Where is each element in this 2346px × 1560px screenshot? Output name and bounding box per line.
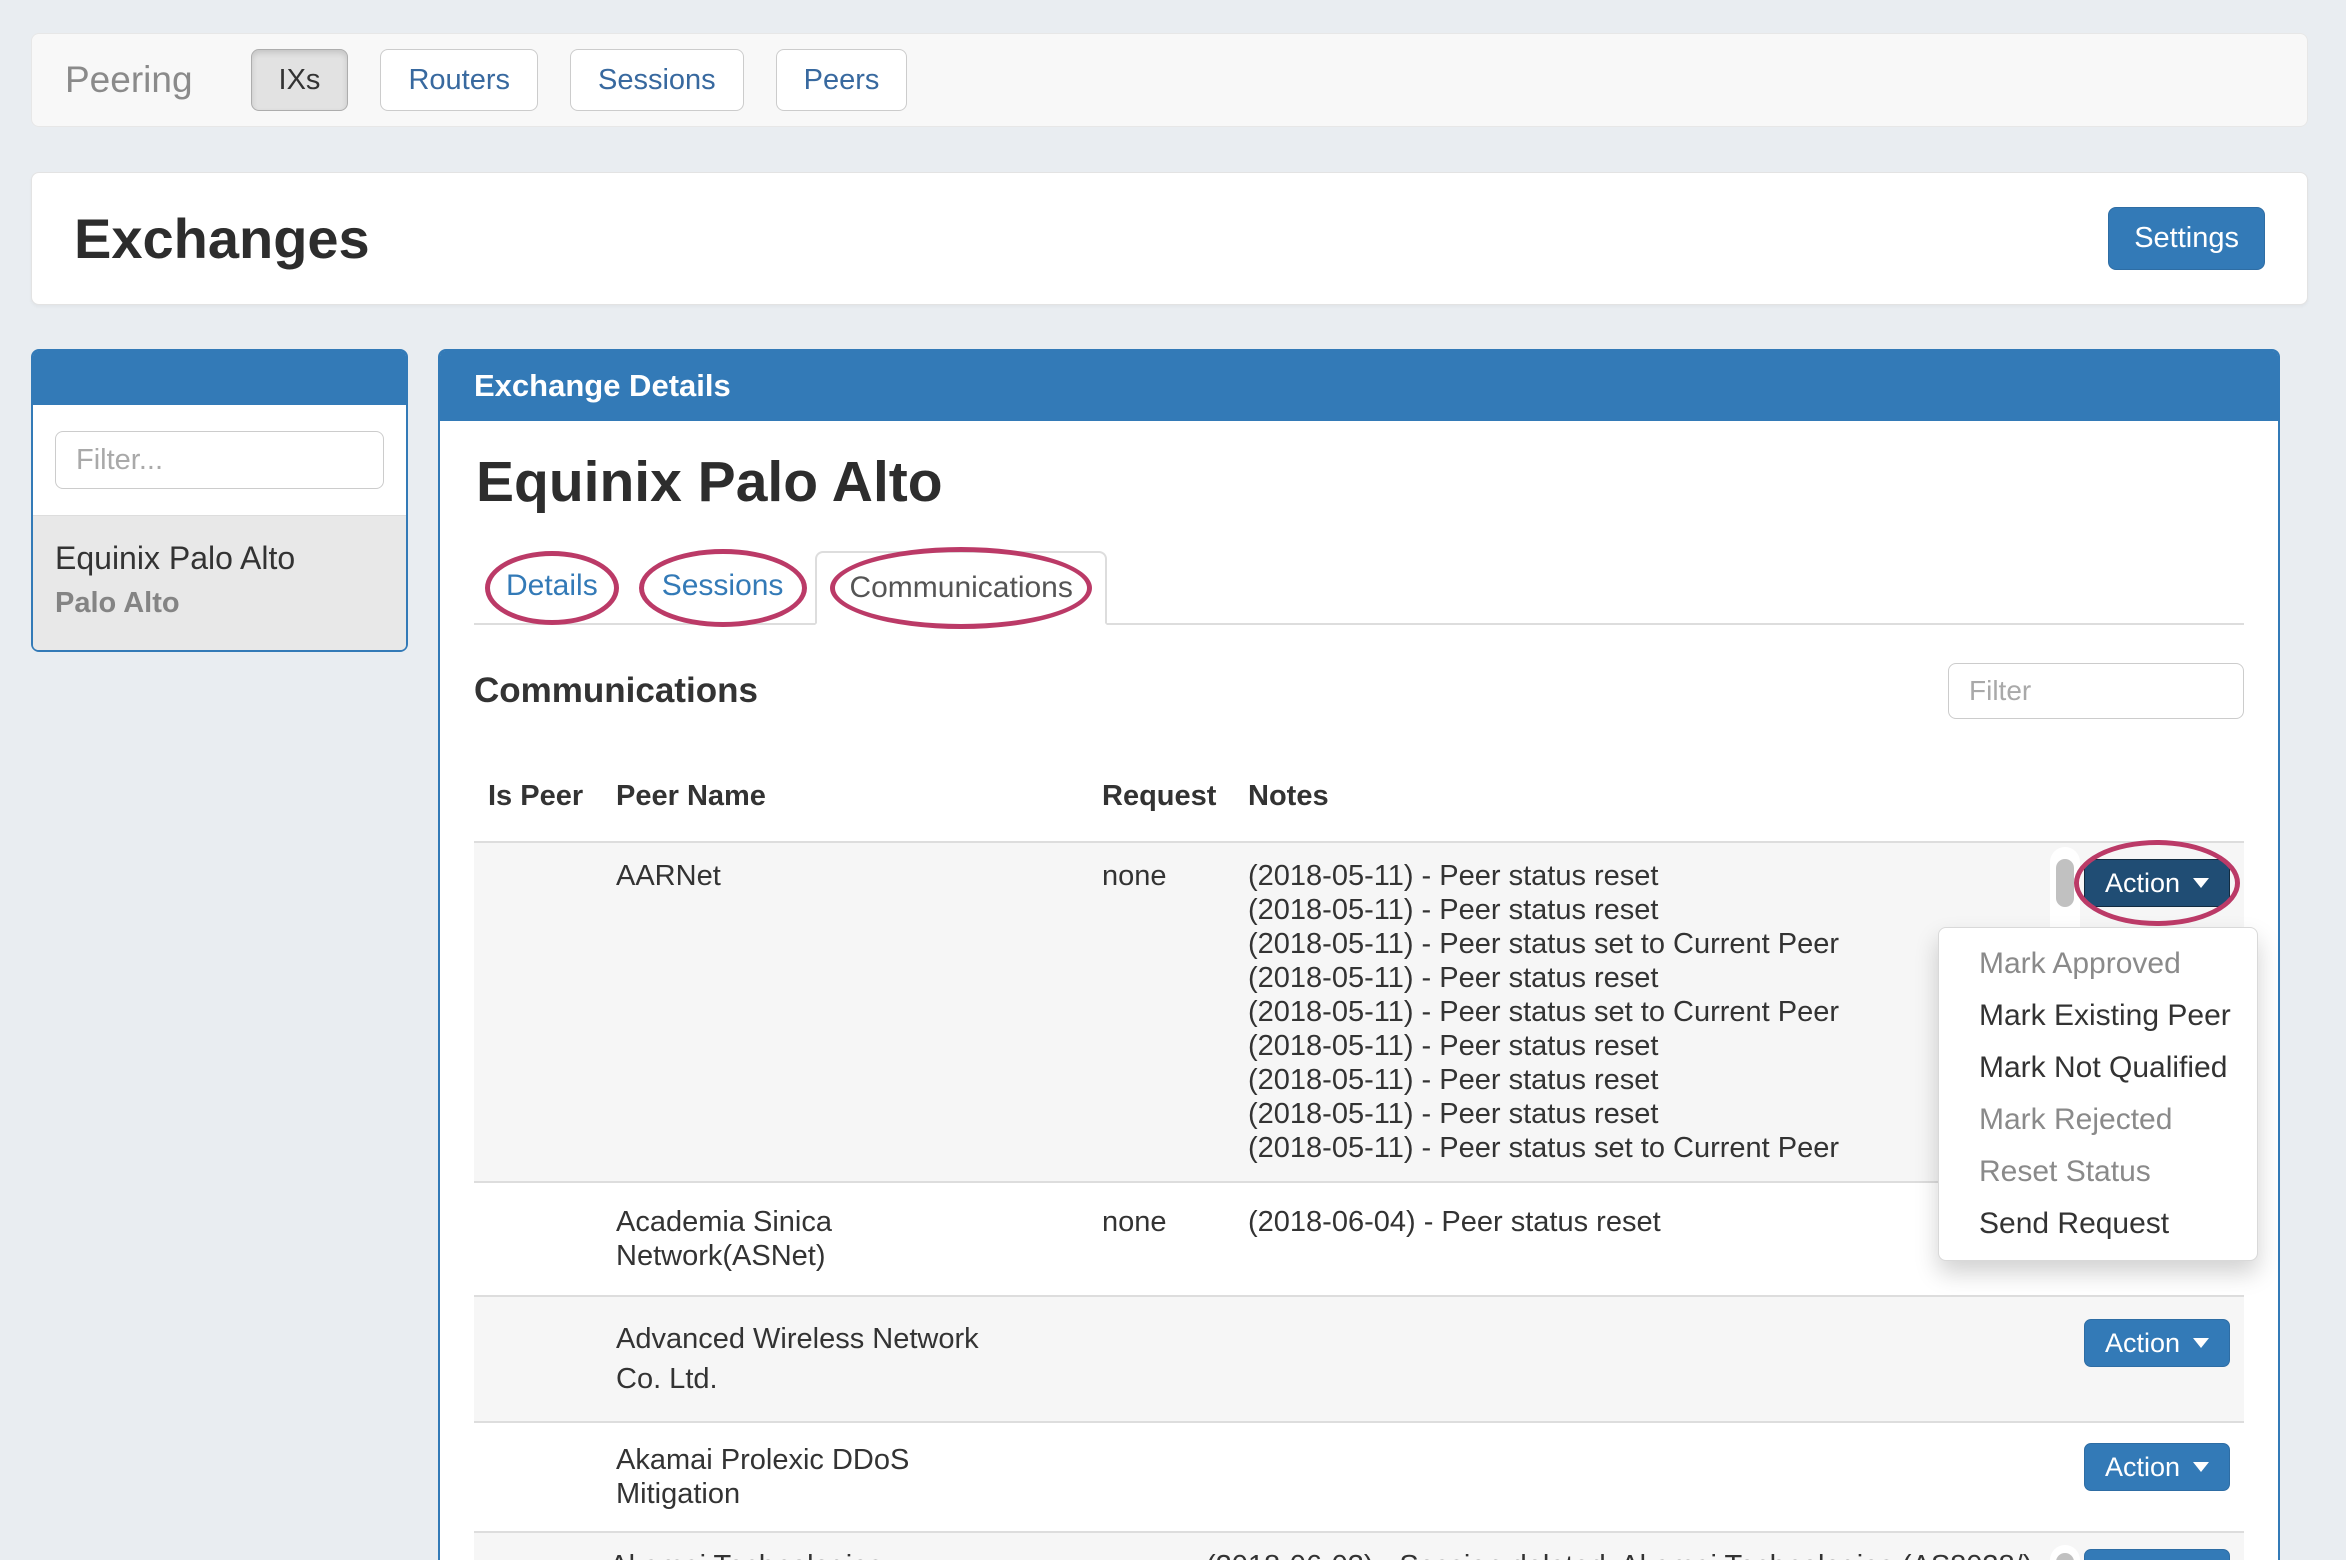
exchange-details-panel: Exchange Details Equinix Palo Alto Detai…	[438, 349, 2280, 1560]
peer-name-cell: Akamai Technologies	[595, 1549, 1053, 1560]
exchange-tabs: Details Sessions Communications	[474, 551, 2244, 625]
exchange-title: Equinix Palo Alto	[476, 449, 2244, 515]
brand-peering: Peering	[65, 59, 193, 101]
notes-cell: (2018-05-11) - Peer status reset (2018-0…	[1234, 859, 2048, 1165]
menu-item-mark-approved[interactable]: Mark Approved	[1939, 938, 2257, 990]
settings-button[interactable]: Settings	[2108, 207, 2265, 270]
is-peer-cell	[474, 1443, 602, 1511]
nav-button-ixs[interactable]: IXs	[251, 49, 349, 111]
is-peer-cell	[474, 859, 602, 1165]
page-title: Exchanges	[74, 206, 370, 271]
menu-item-mark-not-qualified[interactable]: Mark Not Qualified	[1939, 1042, 2257, 1094]
column-header-peer-name: Peer Name	[602, 779, 1088, 813]
communications-section-title: Communications	[474, 671, 758, 711]
column-header-notes: Notes	[1234, 779, 2048, 813]
exchange-list-header	[33, 351, 406, 405]
exchange-list-item-equinix-palo-alto[interactable]: Equinix Palo Alto Palo Alto	[33, 515, 406, 650]
notes-cell: (2018-06-03) - Session deleted: Akamai T…	[1192, 1549, 2050, 1560]
exchange-item-subtitle: Palo Alto	[55, 587, 384, 620]
action-button[interactable]: Action	[2084, 1319, 2230, 1367]
action-button[interactable]: Action	[2084, 1443, 2230, 1491]
caret-down-icon	[2193, 1338, 2209, 1348]
notes-scrollbar-thumb[interactable]	[2056, 859, 2074, 907]
menu-item-reset-status[interactable]: Reset Status	[1939, 1146, 2257, 1198]
peering-app: Peering IXs Routers Sessions Peers Excha…	[0, 0, 2346, 1560]
request-cell: none	[1088, 1205, 1234, 1273]
action-button[interactable]: Action	[2084, 859, 2230, 907]
notes-cell: (2018-06-04) - Peer status reset	[1234, 1205, 2048, 1273]
exchange-filter-input[interactable]	[55, 431, 384, 489]
table-row: Akamai Technologies (2018-06-03) - Sessi…	[474, 1533, 2244, 1560]
exchange-list-panel: Equinix Palo Alto Palo Alto	[31, 349, 408, 652]
notes-cell	[1234, 1319, 2048, 1399]
action-dropdown-menu: Mark Approved Mark Existing Peer Mark No…	[1938, 927, 2258, 1261]
caret-down-icon	[2193, 1462, 2209, 1472]
top-navbar: Peering IXs Routers Sessions Peers	[31, 33, 2308, 127]
menu-item-mark-existing-peer[interactable]: Mark Existing Peer	[1939, 990, 2257, 1042]
notes-scrollbar-track	[2050, 1545, 2080, 1560]
page-header: Exchanges Settings	[31, 172, 2308, 305]
column-header-request: Request	[1088, 779, 1234, 813]
exchange-details-body: Equinix Palo Alto Details Sessions Commu…	[440, 449, 2278, 1560]
communications-section-head: Communications	[474, 663, 2244, 719]
request-cell	[1054, 1549, 1192, 1560]
peer-name-cell: Akamai Prolexic DDoS Mitigation	[602, 1443, 1088, 1511]
action-button-label: Action	[2105, 868, 2180, 899]
menu-item-send-request[interactable]: Send Request	[1939, 1198, 2257, 1250]
nav-button-peers[interactable]: Peers	[776, 49, 908, 111]
notes-cell	[1234, 1443, 2048, 1511]
tab-details[interactable]: Details	[474, 551, 630, 625]
notes-scrollbar-thumb[interactable]	[2056, 1553, 2074, 1560]
action-button[interactable]: Action	[2084, 1549, 2230, 1560]
tab-sessions[interactable]: Sessions	[630, 551, 816, 625]
tab-sessions-label: Sessions	[662, 569, 784, 602]
request-cell	[1088, 1319, 1234, 1399]
is-peer-cell	[474, 1205, 602, 1273]
peer-name-cell: AARNet	[602, 859, 1088, 1165]
column-header-is-peer: Is Peer	[474, 779, 602, 813]
tab-communications[interactable]: Communications	[815, 551, 1106, 625]
table-row: AARNet none (2018-05-11) - Peer status r…	[474, 843, 2244, 1183]
peer-name-cell: Academia Sinica Network(ASNet)	[602, 1205, 1088, 1273]
table-row: Advanced Wireless Network Co. Ltd. Actio…	[474, 1297, 2244, 1423]
menu-item-mark-rejected[interactable]: Mark Rejected	[1939, 1094, 2257, 1146]
exchange-details-header: Exchange Details	[440, 351, 2278, 421]
communications-filter-input[interactable]	[1948, 663, 2244, 719]
is-peer-cell	[474, 1319, 602, 1399]
nav-button-routers[interactable]: Routers	[380, 49, 538, 111]
nav-button-sessions[interactable]: Sessions	[570, 49, 744, 111]
peer-name-cell: Advanced Wireless Network Co. Ltd.	[602, 1319, 1088, 1399]
action-button-label: Action	[2105, 1328, 2180, 1359]
exchange-item-title: Equinix Palo Alto	[55, 540, 384, 577]
request-cell	[1088, 1443, 1234, 1511]
tab-communications-label: Communications	[849, 571, 1072, 604]
caret-down-icon	[2193, 878, 2209, 888]
table-header-row: Is Peer Peer Name Request Notes	[474, 779, 2244, 843]
table-row: Akamai Prolexic DDoS Mitigation Action	[474, 1423, 2244, 1533]
is-peer-cell	[474, 1549, 595, 1560]
action-button-label: Action	[2105, 1452, 2180, 1483]
request-cell: none	[1088, 859, 1234, 1165]
exchange-list-filter-area	[33, 405, 406, 515]
tab-details-label: Details	[506, 569, 598, 602]
